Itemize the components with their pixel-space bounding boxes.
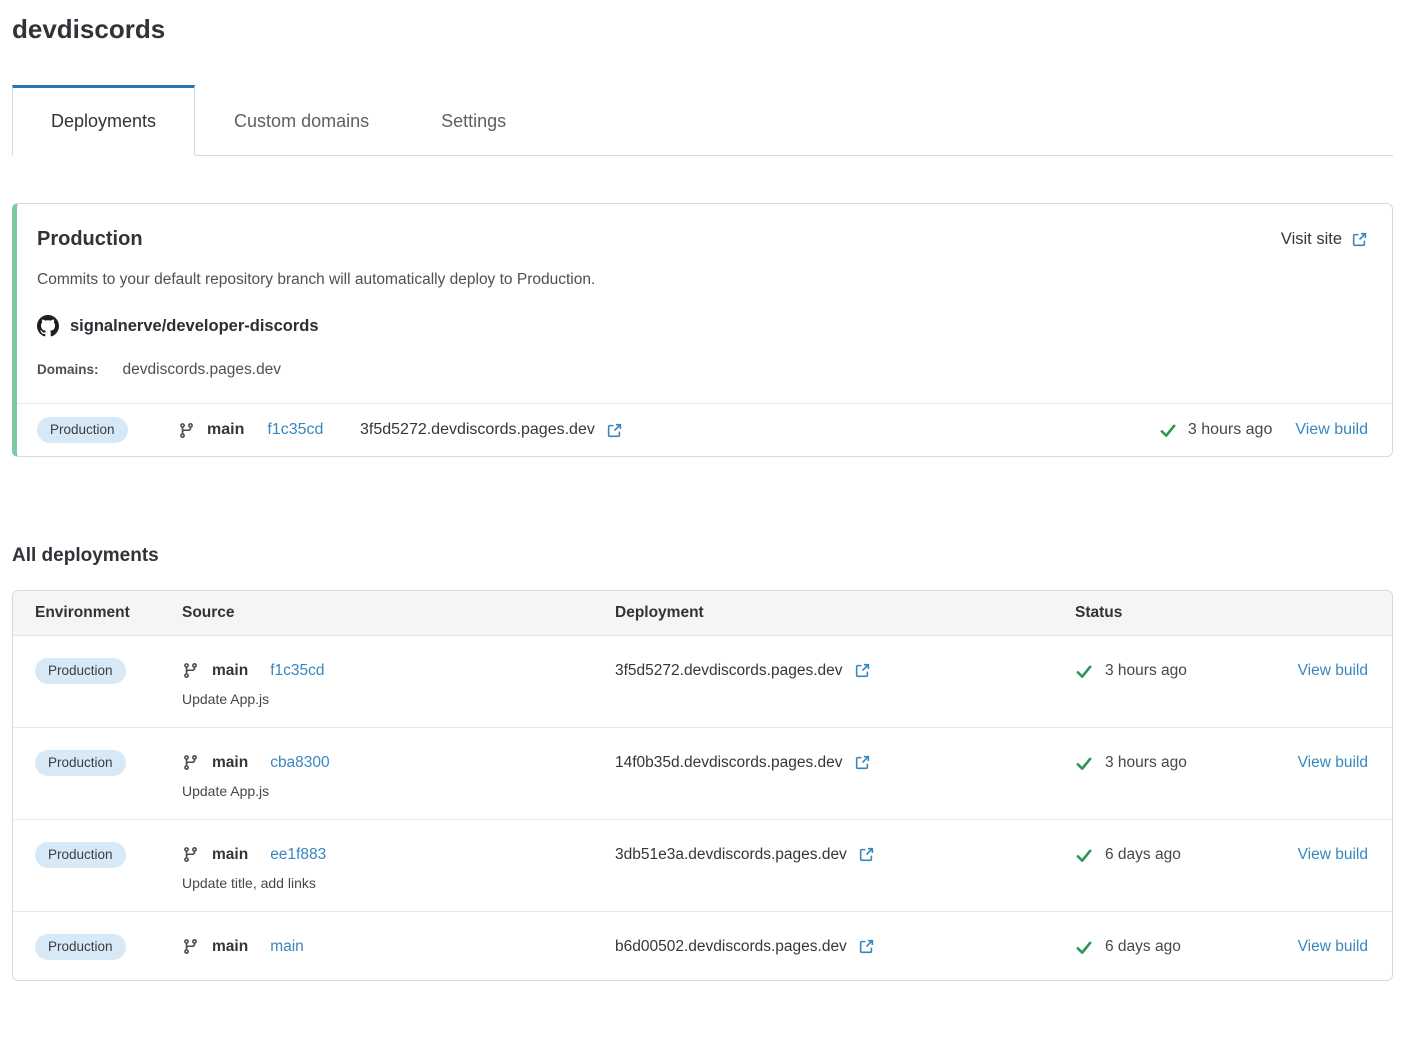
column-header-status: Status xyxy=(1075,604,1368,622)
deployment-url-link[interactable]: b6d00502.devdiscords.pages.dev xyxy=(615,933,1075,960)
commit-link[interactable]: ee1f883 xyxy=(270,846,326,864)
view-build-link[interactable]: View build xyxy=(1298,662,1368,680)
tab-custom-domains[interactable]: Custom domains xyxy=(201,85,402,155)
project-tabbar: Deployments Custom domains Settings xyxy=(12,85,1393,156)
production-card: Production Visit site Commits to your de… xyxy=(12,203,1393,457)
table-row: Production main ee1f883 Update title, ad… xyxy=(13,819,1392,911)
production-deployment-row: Production main f1c35cd 3f5d5272.devdisc… xyxy=(17,403,1392,456)
deployment-url-link[interactable]: 14f0b35d.devdiscords.pages.dev xyxy=(615,749,1075,776)
deployments-table: Environment Source Deployment Status Pro… xyxy=(12,590,1393,981)
table-row: Production main cba8300 Update App.js 14… xyxy=(13,727,1392,819)
deployment-url: 14f0b35d.devdiscords.pages.dev xyxy=(615,754,843,772)
column-header-deployment: Deployment xyxy=(615,604,1075,622)
deploy-time: 3 hours ago xyxy=(1105,662,1187,680)
environment-badge: Production xyxy=(35,658,126,684)
view-build-link[interactable]: View build xyxy=(1295,421,1368,439)
all-deployments-title: All deployments xyxy=(12,545,1393,567)
commit-link[interactable]: f1c35cd xyxy=(267,421,323,439)
deploy-time: 3 hours ago xyxy=(1188,421,1273,439)
commit-message: Update App.js xyxy=(182,783,615,799)
deploy-time: 6 days ago xyxy=(1105,938,1181,956)
repository-name: signalnerve/developer-discords xyxy=(70,317,319,336)
git-branch-icon xyxy=(182,662,199,679)
commit-message: Update title, add links xyxy=(182,875,615,891)
production-card-title: Production xyxy=(37,228,143,251)
check-icon xyxy=(1075,846,1093,864)
github-icon xyxy=(37,315,59,337)
branch-name: main xyxy=(212,846,248,864)
production-description: Commits to your default repository branc… xyxy=(37,271,1368,289)
environment-badge: Production xyxy=(35,934,126,960)
table-row: Production main f1c35cd Update App.js 3f… xyxy=(13,636,1392,727)
commit-link[interactable]: main xyxy=(270,938,304,956)
check-icon xyxy=(1075,754,1093,772)
deploy-time: 6 days ago xyxy=(1105,846,1181,864)
branch-name: main xyxy=(207,421,244,439)
branch-name: main xyxy=(212,662,248,680)
git-branch-icon xyxy=(178,422,195,439)
page-title: devdiscords xyxy=(12,14,1393,45)
column-header-environment: Environment xyxy=(35,604,182,622)
tab-deployments[interactable]: Deployments xyxy=(12,85,195,156)
external-link-icon xyxy=(854,662,871,679)
external-link-icon xyxy=(606,422,623,439)
git-branch-icon xyxy=(182,846,199,863)
domains-value: devdiscords.pages.dev xyxy=(123,361,282,379)
deploy-time: 3 hours ago xyxy=(1105,754,1187,772)
git-branch-icon xyxy=(182,754,199,771)
branch-name: main xyxy=(212,938,248,956)
deployment-url: 3f5d5272.devdiscords.pages.dev xyxy=(615,662,843,680)
git-branch-icon xyxy=(182,938,199,955)
visit-site-link[interactable]: Visit site xyxy=(1281,230,1368,249)
external-link-icon xyxy=(858,938,875,955)
deployment-url: b6d00502.devdiscords.pages.dev xyxy=(615,938,847,956)
domains-label: Domains: xyxy=(37,362,99,377)
repository-link[interactable]: signalnerve/developer-discords xyxy=(37,315,1368,337)
table-row: Production main main b6d00502.devdiscord… xyxy=(13,911,1392,980)
deployment-url-link[interactable]: 3f5d5272.devdiscords.pages.dev xyxy=(615,657,1075,684)
environment-badge: Production xyxy=(37,417,128,443)
deployment-url-link[interactable]: 3f5d5272.devdiscords.pages.dev xyxy=(360,421,623,439)
pages-project-page: devdiscords Deployments Custom domains S… xyxy=(0,14,1413,981)
external-link-icon xyxy=(858,846,875,863)
commit-link[interactable]: cba8300 xyxy=(270,754,329,772)
commit-message: Update App.js xyxy=(182,691,615,707)
view-build-link[interactable]: View build xyxy=(1298,754,1368,772)
table-header-row: Environment Source Deployment Status xyxy=(13,591,1392,636)
external-link-icon xyxy=(1351,231,1368,248)
view-build-link[interactable]: View build xyxy=(1298,846,1368,864)
deployment-url: 3db51e3a.devdiscords.pages.dev xyxy=(615,846,847,864)
tab-settings[interactable]: Settings xyxy=(408,85,539,155)
check-icon xyxy=(1075,938,1093,956)
branch-name: main xyxy=(212,754,248,772)
visit-site-label: Visit site xyxy=(1281,230,1342,249)
deployment-url-link[interactable]: 3db51e3a.devdiscords.pages.dev xyxy=(615,841,1075,868)
environment-badge: Production xyxy=(35,842,126,868)
environment-badge: Production xyxy=(35,750,126,776)
column-header-source: Source xyxy=(182,604,615,622)
check-icon xyxy=(1159,421,1177,439)
domains-row: Domains: devdiscords.pages.dev xyxy=(37,361,1368,379)
view-build-link[interactable]: View build xyxy=(1298,938,1368,956)
deployment-url: 3f5d5272.devdiscords.pages.dev xyxy=(360,421,595,439)
external-link-icon xyxy=(854,754,871,771)
check-icon xyxy=(1075,662,1093,680)
commit-link[interactable]: f1c35cd xyxy=(270,662,324,680)
